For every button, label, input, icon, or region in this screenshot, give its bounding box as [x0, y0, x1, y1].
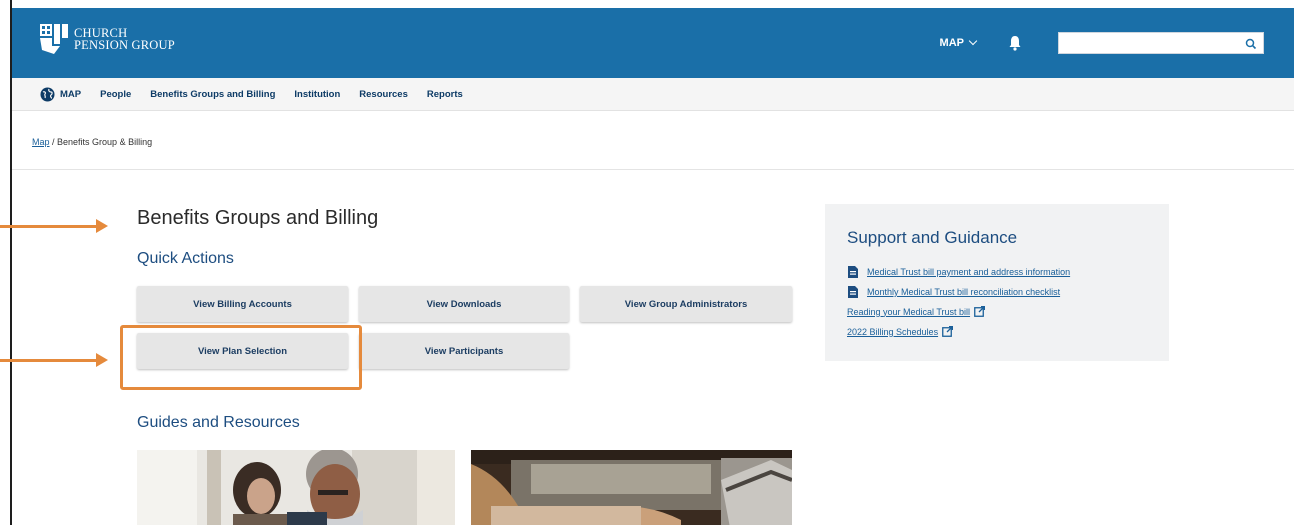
- support-link-label: Reading your Medical Trust bill: [847, 306, 971, 317]
- logo-shield-icon: [40, 24, 68, 54]
- bell-icon[interactable]: [1008, 35, 1022, 51]
- annotation-arrow-title: [0, 219, 108, 233]
- nav-item-map[interactable]: MAP: [40, 87, 81, 102]
- logo[interactable]: CHURCH PENSION GROUP: [40, 24, 175, 54]
- external-link-icon: [942, 325, 954, 337]
- breadcrumb: Map / Benefits Group & Billing: [32, 137, 152, 147]
- view-billing-accounts-button[interactable]: View Billing Accounts: [137, 286, 348, 322]
- top-header: CHURCH PENSION GROUP MAP: [12, 8, 1294, 78]
- support-link-reading-bill[interactable]: Reading your Medical Trust bill: [847, 305, 986, 317]
- document-icon: [847, 266, 859, 278]
- nav-item-resources[interactable]: Resources: [359, 89, 408, 100]
- search-input[interactable]: [1059, 33, 1239, 53]
- divider: [12, 169, 1294, 170]
- view-downloads-button[interactable]: View Downloads: [359, 286, 569, 322]
- support-link-label: 2022 Billing Schedules: [847, 326, 939, 337]
- view-group-administrators-button[interactable]: View Group Administrators: [580, 286, 792, 322]
- app-frame: CHURCH PENSION GROUP MAP MAP People Bene…: [0, 8, 1294, 525]
- map-dropdown[interactable]: MAP: [939, 36, 978, 49]
- breadcrumb-current: Benefits Group & Billing: [57, 137, 153, 147]
- resource-card-photo-2[interactable]: [471, 450, 792, 525]
- nav-item-institution[interactable]: Institution: [294, 89, 340, 100]
- map-dropdown-label: MAP: [939, 37, 964, 49]
- support-link-payment-info[interactable]: Medical Trust bill payment and address i…: [847, 266, 1070, 278]
- guides-resources-title: Guides and Resources: [137, 414, 300, 431]
- page-title: Benefits Groups and Billing: [137, 207, 379, 229]
- nav-item-benefits-groups-billing[interactable]: Benefits Groups and Billing: [150, 89, 275, 100]
- support-panel: Support and Guidance Medical Trust bill …: [825, 204, 1169, 361]
- search-icon[interactable]: [1245, 37, 1257, 50]
- support-link-billing-schedules[interactable]: 2022 Billing Schedules: [847, 325, 954, 337]
- annotation-arrow-plan-selection: [0, 353, 108, 367]
- support-link-label: Medical Trust bill payment and address i…: [867, 267, 1071, 277]
- view-participants-button[interactable]: View Participants: [359, 333, 569, 369]
- nav-item-people[interactable]: People: [100, 89, 131, 100]
- quick-actions-title: Quick Actions: [137, 250, 234, 267]
- nav-item-reports[interactable]: Reports: [427, 89, 463, 100]
- logo-text: CHURCH PENSION GROUP: [74, 27, 175, 52]
- highlight-box: [120, 325, 362, 390]
- logo-line-2: PENSION GROUP: [74, 38, 175, 52]
- nav-item-label: MAP: [60, 88, 82, 100]
- search-box: [1058, 32, 1264, 54]
- resource-card-photo-1[interactable]: [137, 450, 455, 525]
- breadcrumb-map-link[interactable]: Map: [32, 137, 50, 147]
- breadcrumb-separator: /: [49, 137, 58, 147]
- main-nav: MAP People Benefits Groups and Billing I…: [12, 78, 1294, 111]
- support-link-reconciliation-checklist[interactable]: Monthly Medical Trust bill reconciliatio…: [847, 286, 1060, 298]
- support-link-label: Monthly Medical Trust bill reconciliatio…: [867, 287, 1061, 297]
- document-icon: [847, 286, 859, 298]
- header-actions: MAP: [940, 32, 1264, 54]
- support-title: Support and Guidance: [847, 228, 1018, 247]
- globe-icon: [40, 87, 55, 102]
- chevron-down-icon: [968, 36, 978, 46]
- external-link-icon: [974, 305, 986, 317]
